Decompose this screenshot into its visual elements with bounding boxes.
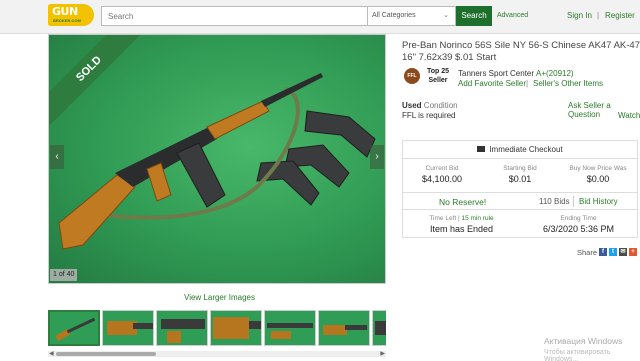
min-rule-link[interactable]: 15 min rule [462, 215, 494, 222]
thumbnail-2[interactable] [102, 310, 154, 346]
logo-text: GUN [52, 5, 78, 18]
current-bid: Current Bid $4,100.00 [403, 165, 481, 184]
top25-seller-badge: Top 25 Seller [426, 68, 450, 84]
time-left-separator: | [458, 215, 460, 222]
watch-link[interactable]: Watch [618, 111, 640, 120]
condition-row: Used Condition [402, 101, 458, 110]
checkout-label: Immediate Checkout [489, 145, 563, 154]
site-logo[interactable]: GUN BROKER.COM [48, 4, 94, 26]
time-left: Time Left | 15 min rule Item has Ended [403, 215, 520, 234]
twitter-icon[interactable]: t [609, 248, 617, 256]
plus-share-icon[interactable]: + [629, 248, 637, 256]
category-select[interactable]: All Categories ⌄ [368, 6, 456, 26]
search-field[interactable] [101, 6, 368, 26]
scroll-left-icon[interactable]: ◀ [49, 350, 54, 357]
buy-now-label: Buy Now Price Was [569, 165, 627, 172]
buy-now-value: $0.00 [586, 174, 610, 184]
thumbnail-6[interactable] [318, 310, 370, 346]
condition-label: Condition [423, 101, 458, 110]
thumbnail-7[interactable] [372, 310, 386, 346]
listing-title: Pre-Ban Norinco 56S Sile NY 56-S Chinese… [402, 40, 640, 63]
seller-name[interactable]: Tanners Sport Center [458, 69, 534, 78]
add-favorite-seller-link[interactable]: Add Favorite Seller [458, 79, 526, 88]
facebook-icon[interactable]: f [599, 248, 607, 256]
os-activation-subtitle: Чтобы активировать Windows... [544, 349, 611, 361]
search-button[interactable]: Search [456, 6, 492, 26]
condition-value: Used [402, 101, 422, 110]
previous-image-button[interactable]: ‹ [50, 145, 64, 169]
advanced-search-link[interactable]: Advanced [497, 12, 528, 19]
ending-time-label: Ending Time [560, 215, 597, 222]
seller-rating[interactable]: A+(20912) [536, 69, 574, 78]
time-left-value: Item has Ended [429, 224, 494, 234]
next-image-button[interactable]: › [370, 145, 384, 169]
bid-count: 110 Bids [539, 197, 570, 206]
scroll-right-icon[interactable]: ▶ [380, 350, 385, 357]
divider [573, 196, 574, 207]
starting-bid-label: Starting Bid [503, 165, 537, 172]
email-icon[interactable]: ✉ [619, 248, 627, 256]
ffl-required-text: FFL is required [402, 111, 456, 120]
thumbnail-scrollbar[interactable]: ◀ ▶ [48, 351, 386, 357]
cart-icon [477, 146, 486, 152]
site-header: GUN BROKER.COM All Categories ⌄ Search A… [0, 0, 640, 34]
reserve-bids-row: No Reserve! 110 Bids Bid History [403, 192, 637, 210]
category-value: All Categories [372, 12, 416, 19]
time-left-label-text: Time Left [429, 215, 457, 222]
current-bid-value: $4,100.00 [421, 174, 463, 184]
link-separator: | [526, 79, 529, 88]
thumbnail-1[interactable] [48, 310, 100, 346]
starting-bid: Starting Bid $0.01 [481, 165, 559, 184]
share-label: Share [577, 248, 598, 257]
ffl-badge-icon: FFL [404, 68, 420, 84]
thumbnail-strip [48, 310, 386, 348]
current-bid-label: Current Bid [425, 165, 459, 172]
header-separator: | [597, 11, 600, 20]
thumbnail-5[interactable] [264, 310, 316, 346]
scrollbar-thumb[interactable] [56, 352, 156, 356]
thumbnail-3[interactable] [156, 310, 208, 346]
thumbnail-4[interactable] [210, 310, 262, 346]
starting-bid-value: $0.01 [508, 174, 532, 184]
buy-now-price: Buy Now Price Was $0.00 [559, 165, 637, 184]
time-left-label: Time Left | 15 min rule [403, 215, 520, 222]
ending-time-value: 6/3/2020 5:36 PM [542, 224, 615, 234]
logo-subtext: BROKER.COM [53, 18, 81, 23]
no-reserve-label: No Reserve! [439, 197, 487, 207]
sellers-other-items-link[interactable]: Seller's Other Items [533, 79, 603, 88]
os-activation-title: Активация Windows [544, 336, 623, 346]
register-link[interactable]: Register [605, 11, 635, 20]
ending-time: Ending Time 6/3/2020 5:36 PM [520, 215, 637, 234]
product-main-image[interactable]: SOLD ‹ › 1 of 40 [48, 34, 386, 284]
bid-panel: Immediate Checkout Current Bid $4,100.00… [402, 140, 638, 238]
view-larger-images-link[interactable]: View Larger Images [184, 293, 255, 302]
chevron-down-icon: ⌄ [443, 12, 449, 19]
search-input[interactable] [102, 7, 367, 25]
immediate-checkout-bar: Immediate Checkout [403, 141, 637, 159]
image-counter: 1 of 40 [50, 269, 78, 281]
sign-in-link[interactable]: Sign In [567, 11, 592, 20]
bid-history-link[interactable]: Bid History [579, 197, 618, 206]
